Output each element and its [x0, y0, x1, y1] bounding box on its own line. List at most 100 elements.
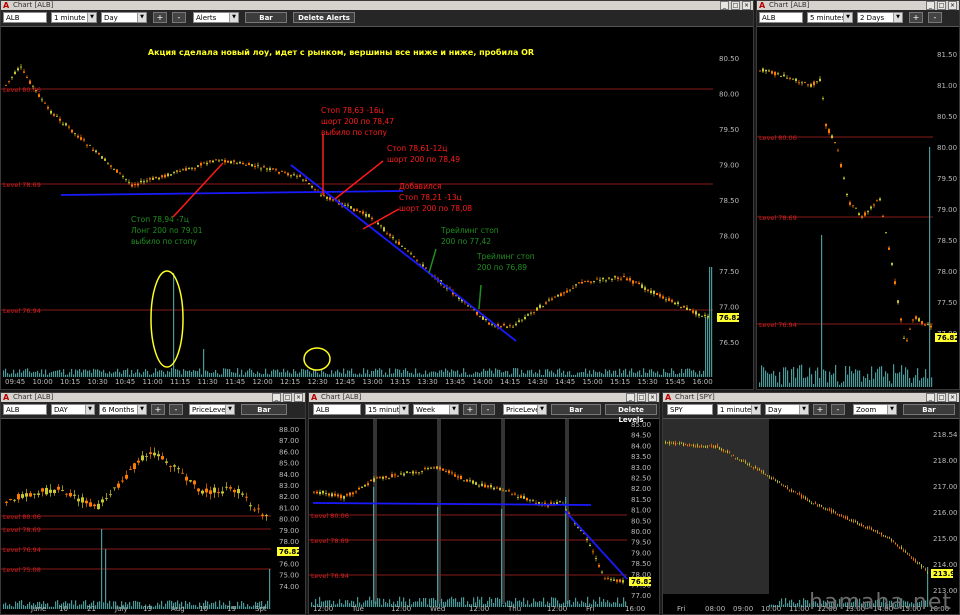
interval-select[interactable]: 1 minute ▼ [51, 12, 97, 23]
right-volume-bar [863, 376, 865, 387]
minimize-icon[interactable]: _ [272, 393, 281, 402]
bl-candle [101, 499, 104, 503]
bar-button[interactable]: Bar [241, 404, 287, 415]
symbol-input[interactable]: ALB [3, 404, 47, 415]
main-volume-bar [625, 368, 627, 377]
spy-candle [777, 480, 778, 482]
delete-alerts-button[interactable]: Delete Alerts [293, 12, 355, 23]
bm-candle [466, 479, 468, 482]
zoom-out-button[interactable]: - [831, 404, 845, 415]
spy-candle [885, 536, 886, 537]
spy-candle [775, 480, 776, 481]
delete-levels-button[interactable]: Delete Levels [605, 404, 657, 424]
spy-candle [751, 466, 752, 468]
zoom-in-button[interactable]: + [909, 12, 923, 23]
close-icon[interactable]: × [294, 393, 303, 402]
main-volume-bar [109, 371, 111, 377]
maximize-icon[interactable]: □ [731, 1, 740, 10]
maximize-icon[interactable]: □ [637, 393, 646, 402]
bar-button[interactable]: Bar [551, 404, 601, 415]
main-plot[interactable]: Акция сделала новый лоу, идет с рынком, … [1, 27, 753, 389]
spy-candle [903, 550, 904, 551]
range-select[interactable]: Week ▼ [413, 404, 459, 415]
bl-volume-bar [99, 601, 101, 609]
zoom-in-button[interactable]: + [151, 404, 165, 415]
right-volume-bar [861, 381, 863, 387]
minimize-icon[interactable]: _ [926, 393, 935, 402]
main-candle [596, 278, 598, 280]
chevron-down-icon: ▼ [537, 405, 546, 414]
main-volume-bar [485, 370, 487, 377]
bar-button[interactable]: Bar [903, 404, 955, 415]
spy-candle [733, 455, 734, 457]
range-select[interactable]: 6 Months ▼ [99, 404, 147, 415]
main-volume-bar [261, 374, 263, 377]
right-volume-bar [837, 381, 839, 387]
close-icon[interactable]: × [948, 393, 957, 402]
spy-plot[interactable]: 218.54 218.00 217.00 216.00 215.00 214.00 213.… [663, 419, 959, 614]
symbol-input[interactable]: ALB [759, 12, 803, 23]
bl-candle [201, 490, 204, 494]
range-select[interactable]: Day ▼ [765, 404, 809, 415]
zoom-out-button[interactable]: - [481, 404, 495, 415]
interval-select[interactable]: 5 minutes ▼ [807, 12, 853, 23]
main-note-green: Трейлинг стоп [476, 252, 535, 261]
mode-select[interactable]: Alerts ▼ [193, 12, 239, 23]
daily-plot[interactable]: Level 80.06 Level 78.69 Level 76.94 Level 7… [1, 419, 305, 614]
right-volume-bar [827, 382, 829, 387]
range-select[interactable]: Day ▼ [101, 12, 147, 23]
interval-select[interactable]: 1 minute ▼ [717, 404, 761, 415]
zoom-in-button[interactable]: + [813, 404, 827, 415]
bar-button[interactable]: Bar [245, 12, 287, 23]
minimize-icon[interactable]: _ [926, 1, 935, 10]
bm-candle [313, 491, 315, 493]
right-chart-svg: Level 80.06 Level 78.69 Level 76.94 81.50 81… [757, 51, 959, 387]
bl-volume-bar [219, 600, 221, 609]
spy-candle [681, 442, 682, 444]
close-icon[interactable]: × [948, 1, 957, 10]
bm-level-label: Level 78.69 [311, 537, 349, 545]
minimize-icon[interactable]: _ [626, 393, 635, 402]
main-time-tick: 13:15 [390, 378, 410, 386]
main-volume-bar [97, 369, 99, 377]
right-candle [906, 340, 908, 342]
minimize-icon[interactable]: _ [720, 1, 729, 10]
maximize-icon[interactable]: □ [937, 393, 946, 402]
mode-select[interactable]: PriceLeve ▼ [189, 404, 235, 415]
symbol-input[interactable]: SPY [667, 404, 713, 415]
maximize-icon[interactable]: □ [937, 1, 946, 10]
zoom-out-button[interactable]: - [172, 12, 186, 23]
main-volume-bar [707, 317, 709, 377]
close-icon[interactable]: × [742, 1, 751, 10]
main-candle [221, 159, 223, 161]
main-volume-bar [23, 370, 25, 377]
zoom-out-button[interactable]: - [928, 12, 942, 23]
range-select[interactable]: 2 Days ▼ [857, 12, 903, 23]
bl-candle [49, 489, 52, 493]
maximize-icon[interactable]: □ [283, 393, 292, 402]
mode-select[interactable]: PriceLeve ▼ [503, 404, 547, 415]
right-plot[interactable]: Level 80.06 Level 78.69 Level 76.94 81.50 81… [757, 27, 959, 389]
zoom-out-button[interactable]: - [169, 404, 183, 415]
symbol-input[interactable]: ALB [3, 12, 47, 23]
interval-select[interactable]: DAY ▼ [51, 404, 95, 415]
mode-select[interactable]: Zoom ▼ [853, 404, 897, 415]
close-icon[interactable]: × [648, 393, 657, 402]
interval-select[interactable]: 15 minutes ▼ [365, 404, 409, 415]
main-volume-bar [495, 368, 497, 377]
chevron-down-icon: ▼ [887, 405, 896, 414]
zoom-in-button[interactable]: + [463, 404, 477, 415]
right-volume-bar [903, 374, 905, 387]
main-volume-bar [473, 373, 475, 377]
main-time-tick: 15:30 [638, 378, 658, 386]
bm-candle [340, 495, 342, 499]
main-volume-bar [157, 371, 159, 377]
bl-time-tick: 13 [143, 605, 152, 613]
week-plot[interactable]: Level 80.06 Level 78.69 Level 76.94 85.00 84… [309, 419, 659, 614]
zoom-in-button[interactable]: + [153, 12, 167, 23]
spy-candle [853, 520, 854, 522]
bl-candle [133, 463, 136, 470]
symbol-input[interactable]: ALB [313, 404, 361, 415]
spy-candle [723, 449, 724, 451]
bl-volume-bar [215, 601, 217, 609]
